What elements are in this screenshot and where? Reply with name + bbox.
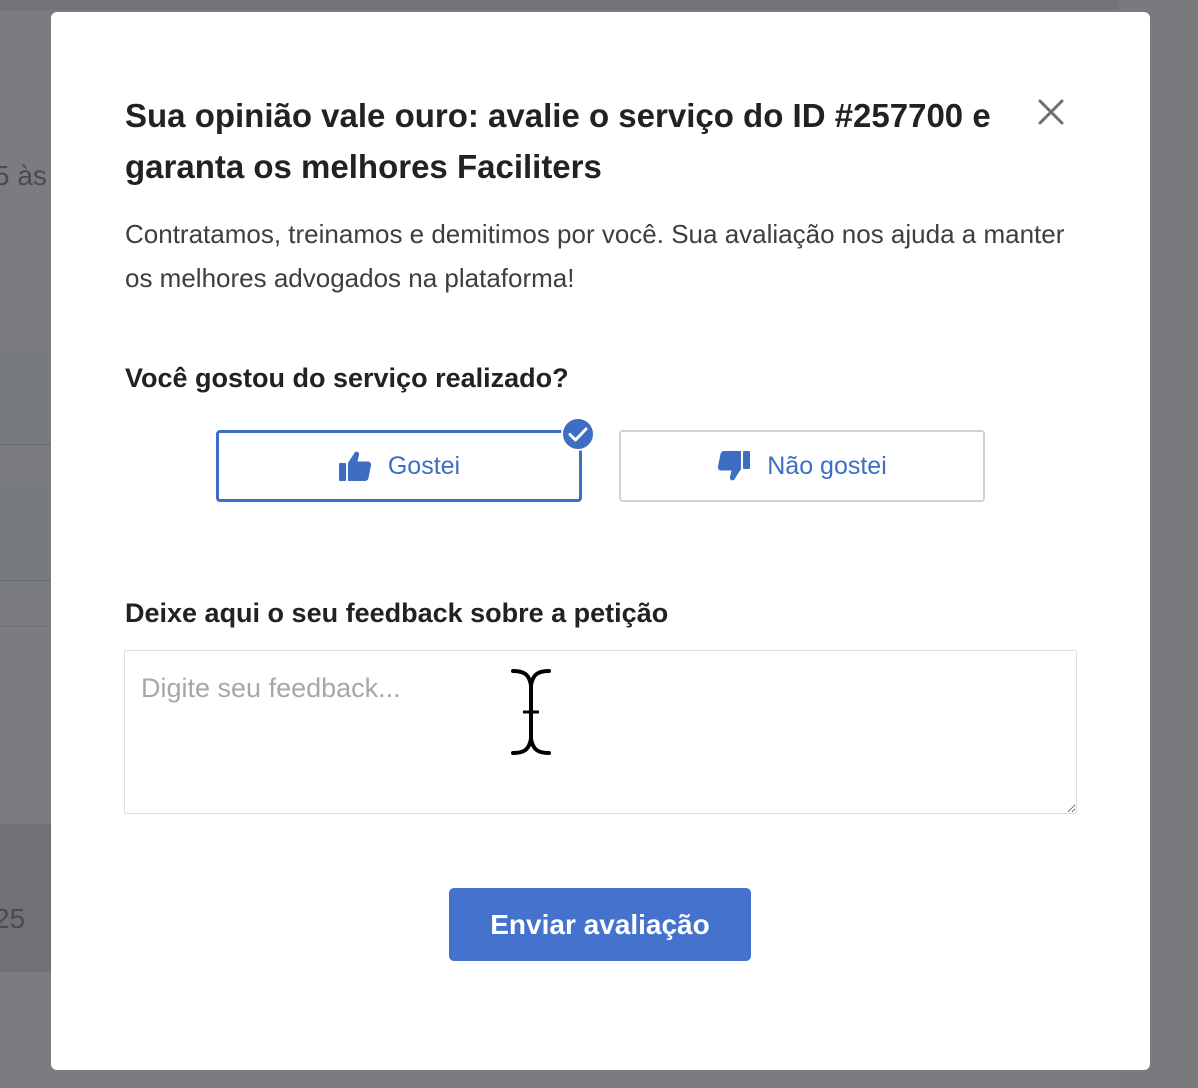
- like-button[interactable]: Gostei: [216, 430, 582, 502]
- rating-question: Você gostou do serviço realizado?: [125, 363, 569, 393]
- thumbs-up-icon: [338, 451, 371, 481]
- background-divider: [0, 626, 52, 627]
- feedback-modal: Sua opinião vale ouro: avalie o serviço …: [51, 12, 1150, 1070]
- close-icon: [1038, 99, 1064, 125]
- thumbs-down-icon: [718, 451, 751, 481]
- close-button[interactable]: [1031, 92, 1071, 132]
- background-top-bar: [0, 0, 1198, 10]
- background-text: 5 às: [0, 160, 47, 191]
- feedback-label: Deixe aqui o seu feedback sobre a petiçã…: [125, 598, 669, 628]
- submit-rating-button[interactable]: Enviar avaliação: [449, 888, 751, 961]
- background-row: [0, 824, 52, 972]
- dislike-button[interactable]: Não gostei: [619, 430, 985, 502]
- dislike-label: Não gostei: [767, 451, 887, 480]
- background-divider: [0, 580, 52, 581]
- background-row: [0, 488, 52, 580]
- check-circle-icon: [561, 417, 595, 451]
- background-text: 25: [0, 903, 26, 934]
- background-divider: [0, 444, 52, 445]
- feedback-textarea[interactable]: [124, 650, 1077, 814]
- like-label: Gostei: [387, 451, 461, 480]
- modal-title: Sua opinião vale ouro: avalie o serviço …: [125, 97, 991, 185]
- modal-subtitle: Contratamos, treinamos e demitimos por v…: [125, 219, 1065, 293]
- background-row: [0, 352, 52, 444]
